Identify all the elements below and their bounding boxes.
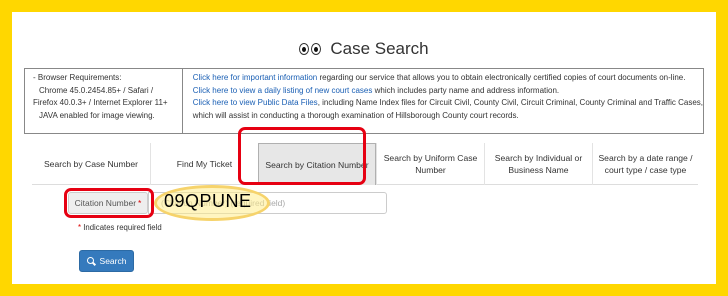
browser-req-line: Chrome 45.0.2454.85+ / Safari / — [39, 85, 154, 95]
eye-left-icon — [299, 43, 310, 55]
info-box: - Browser Requirements: Chrome 45.0.2454… — [24, 68, 704, 134]
info-text: which includes party name and address in… — [372, 85, 560, 95]
important-information-link[interactable]: Click here for important information — [193, 73, 318, 82]
tab-case-number[interactable]: Search by Case Number — [32, 143, 150, 185]
tab-uniform-case-number[interactable]: Search by Uniform Case Number — [376, 143, 484, 185]
daily-listing-link[interactable]: Click here to view a daily listing of ne… — [193, 86, 373, 95]
tab-individual-business-name[interactable]: Search by Individual or Business Name — [484, 143, 592, 185]
page-title-text: Case Search — [330, 39, 429, 58]
browser-req-line: - Browser Requirements: — [33, 73, 122, 82]
info-text: regarding our service that allows you to… — [317, 73, 686, 82]
page-title: Case Search — [12, 39, 716, 59]
eye-right-icon — [311, 43, 322, 55]
required-hint-text: Indicates required field — [83, 223, 162, 232]
label-highlight-box — [64, 188, 154, 218]
required-hint: * Indicates required field — [78, 223, 162, 232]
search-button[interactable]: Search — [79, 250, 134, 272]
search-icon — [86, 256, 96, 266]
browser-requirements: - Browser Requirements: Chrome 45.0.2454… — [25, 69, 183, 133]
info-line: Click here for important information reg… — [193, 72, 703, 85]
info-line: Click here to view Public Data Files, in… — [193, 97, 703, 110]
public-data-files-link[interactable]: Click here to view Public Data Files — [193, 98, 318, 107]
info-text: which will assist in conducting a thorou… — [192, 110, 519, 120]
typed-citation-overlay: 09QPUNE — [164, 191, 252, 211]
tab-date-range-court-type[interactable]: Search by a date range / court type / ca… — [592, 143, 698, 185]
browser-req-line: Firefox 40.0.3+ / Internet Explorer 11+ — [33, 98, 168, 107]
info-line: which will assist in conducting a thorou… — [193, 110, 703, 123]
info-line: Click here to view a daily listing of ne… — [193, 85, 703, 98]
info-links: Click here for important information reg… — [183, 69, 703, 133]
required-hint-star: * — [78, 223, 82, 232]
browser-req-line: JAVA enabled for image viewing. — [39, 110, 155, 120]
case-search-panel: Case Search - Browser Requirements: Chro… — [12, 12, 716, 284]
info-text: , including Name Index files for Circuit… — [317, 98, 703, 107]
tab-highlight-box — [238, 127, 366, 185]
search-button-label: Search — [99, 256, 127, 266]
eyes-icon — [299, 43, 322, 55]
